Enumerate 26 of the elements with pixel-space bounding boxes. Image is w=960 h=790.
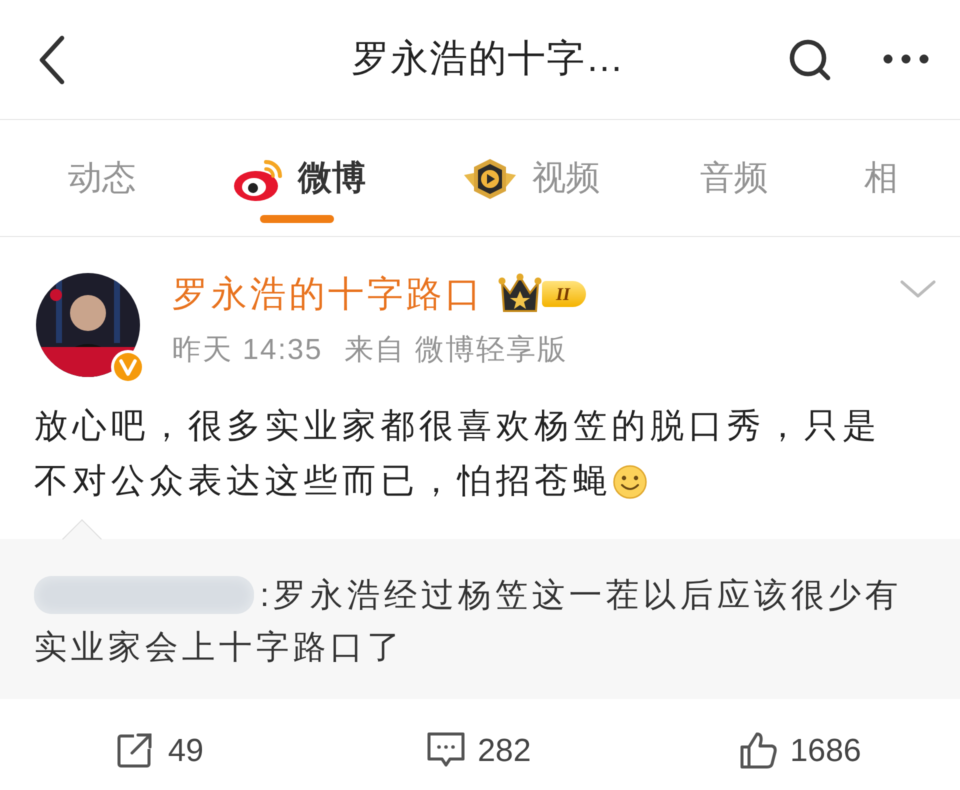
crown-icon xyxy=(498,273,542,315)
search-button[interactable] xyxy=(788,38,832,82)
video-badge-icon xyxy=(462,156,518,200)
post-time: 昨天 14:35 xyxy=(172,333,323,368)
chevron-down-icon xyxy=(900,280,936,298)
window-title: 罗永浩的十字… xyxy=(352,37,624,82)
tab[interactable]: 相 xyxy=(864,120,898,236)
smile-emoji-icon xyxy=(612,464,648,500)
tab[interactable]: 动态 xyxy=(68,120,136,236)
post-text: 不对公众表达这些而已，怕招苍蝇 xyxy=(34,461,612,502)
member-level-badge[interactable]: II xyxy=(542,281,586,307)
post-source: 来自 微博轻享版 xyxy=(344,333,568,368)
tab[interactable]: 音频 xyxy=(700,120,768,236)
share-button[interactable]: 49 xyxy=(110,725,210,775)
thumbs-up-icon xyxy=(738,731,778,769)
search-icon xyxy=(788,38,832,82)
post-text: 放心吧，很多实业家都很喜欢杨笠的脱口秀，只是 xyxy=(34,407,881,445)
comment-icon xyxy=(426,731,466,769)
comment-button[interactable]: 282 xyxy=(420,725,537,775)
repost-text: 实业家会上十字路口了 xyxy=(34,628,404,665)
tab[interactable]: 微博 xyxy=(232,120,366,236)
tab[interactable]: 视频 xyxy=(462,120,600,236)
like-button[interactable]: 1686 xyxy=(732,725,868,775)
more-icon xyxy=(882,53,930,66)
author-name[interactable]: 罗永浩的十字路口 xyxy=(172,274,484,314)
repost-text: :罗永浩经过杨笠这一茬以后应该很少有 xyxy=(260,575,902,615)
